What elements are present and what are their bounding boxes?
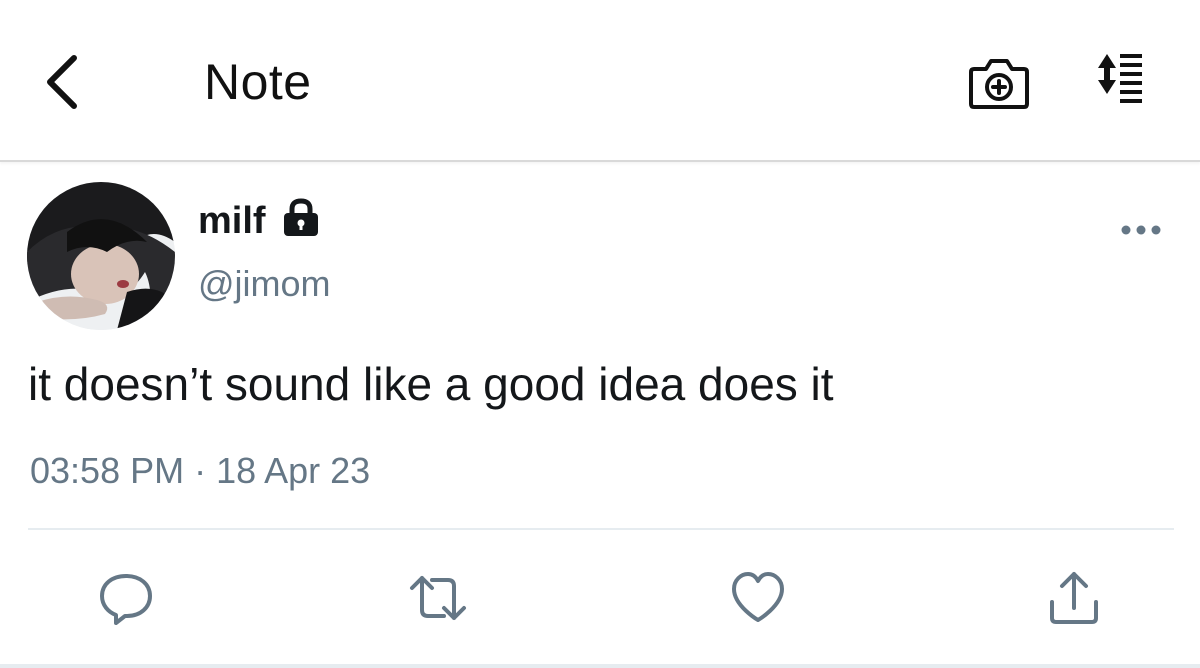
reply-button[interactable]: [96, 568, 156, 628]
reply-icon: [100, 574, 152, 625]
back-button[interactable]: [38, 50, 86, 114]
user-handle[interactable]: @jimom: [198, 262, 331, 306]
avatar-photo: [27, 182, 175, 330]
display-name[interactable]: milf: [198, 198, 266, 244]
avatar[interactable]: [27, 182, 175, 330]
bottom-divider: [0, 664, 1200, 668]
top-navigation-bar: Note: [0, 0, 1200, 162]
camera-plus-icon: [969, 59, 1029, 109]
heart-icon: [732, 572, 784, 622]
like-button[interactable]: [728, 568, 788, 628]
tweet-timestamp[interactable]: 03:58 PM · 18 Apr 23: [30, 448, 370, 494]
retweet-icon: [410, 576, 466, 620]
divider: [28, 528, 1174, 530]
sort-button[interactable]: [1096, 52, 1144, 108]
retweet-button[interactable]: [408, 568, 468, 628]
tweet-detail-screen: Note milf @jimom it doesn’t sound like a…: [0, 0, 1200, 668]
camera-button[interactable]: [968, 55, 1030, 111]
more-horizontal-icon: [1121, 225, 1161, 235]
chevron-left-icon: [47, 55, 77, 109]
more-options-button[interactable]: [1118, 218, 1164, 242]
lock-icon: [282, 198, 320, 238]
page-title: Note: [204, 54, 312, 110]
share-button[interactable]: [1044, 568, 1104, 628]
share-icon: [1050, 572, 1098, 624]
tweet-text: it doesn’t sound like a good idea does i…: [28, 358, 834, 410]
sort-list-icon: [1098, 54, 1142, 103]
